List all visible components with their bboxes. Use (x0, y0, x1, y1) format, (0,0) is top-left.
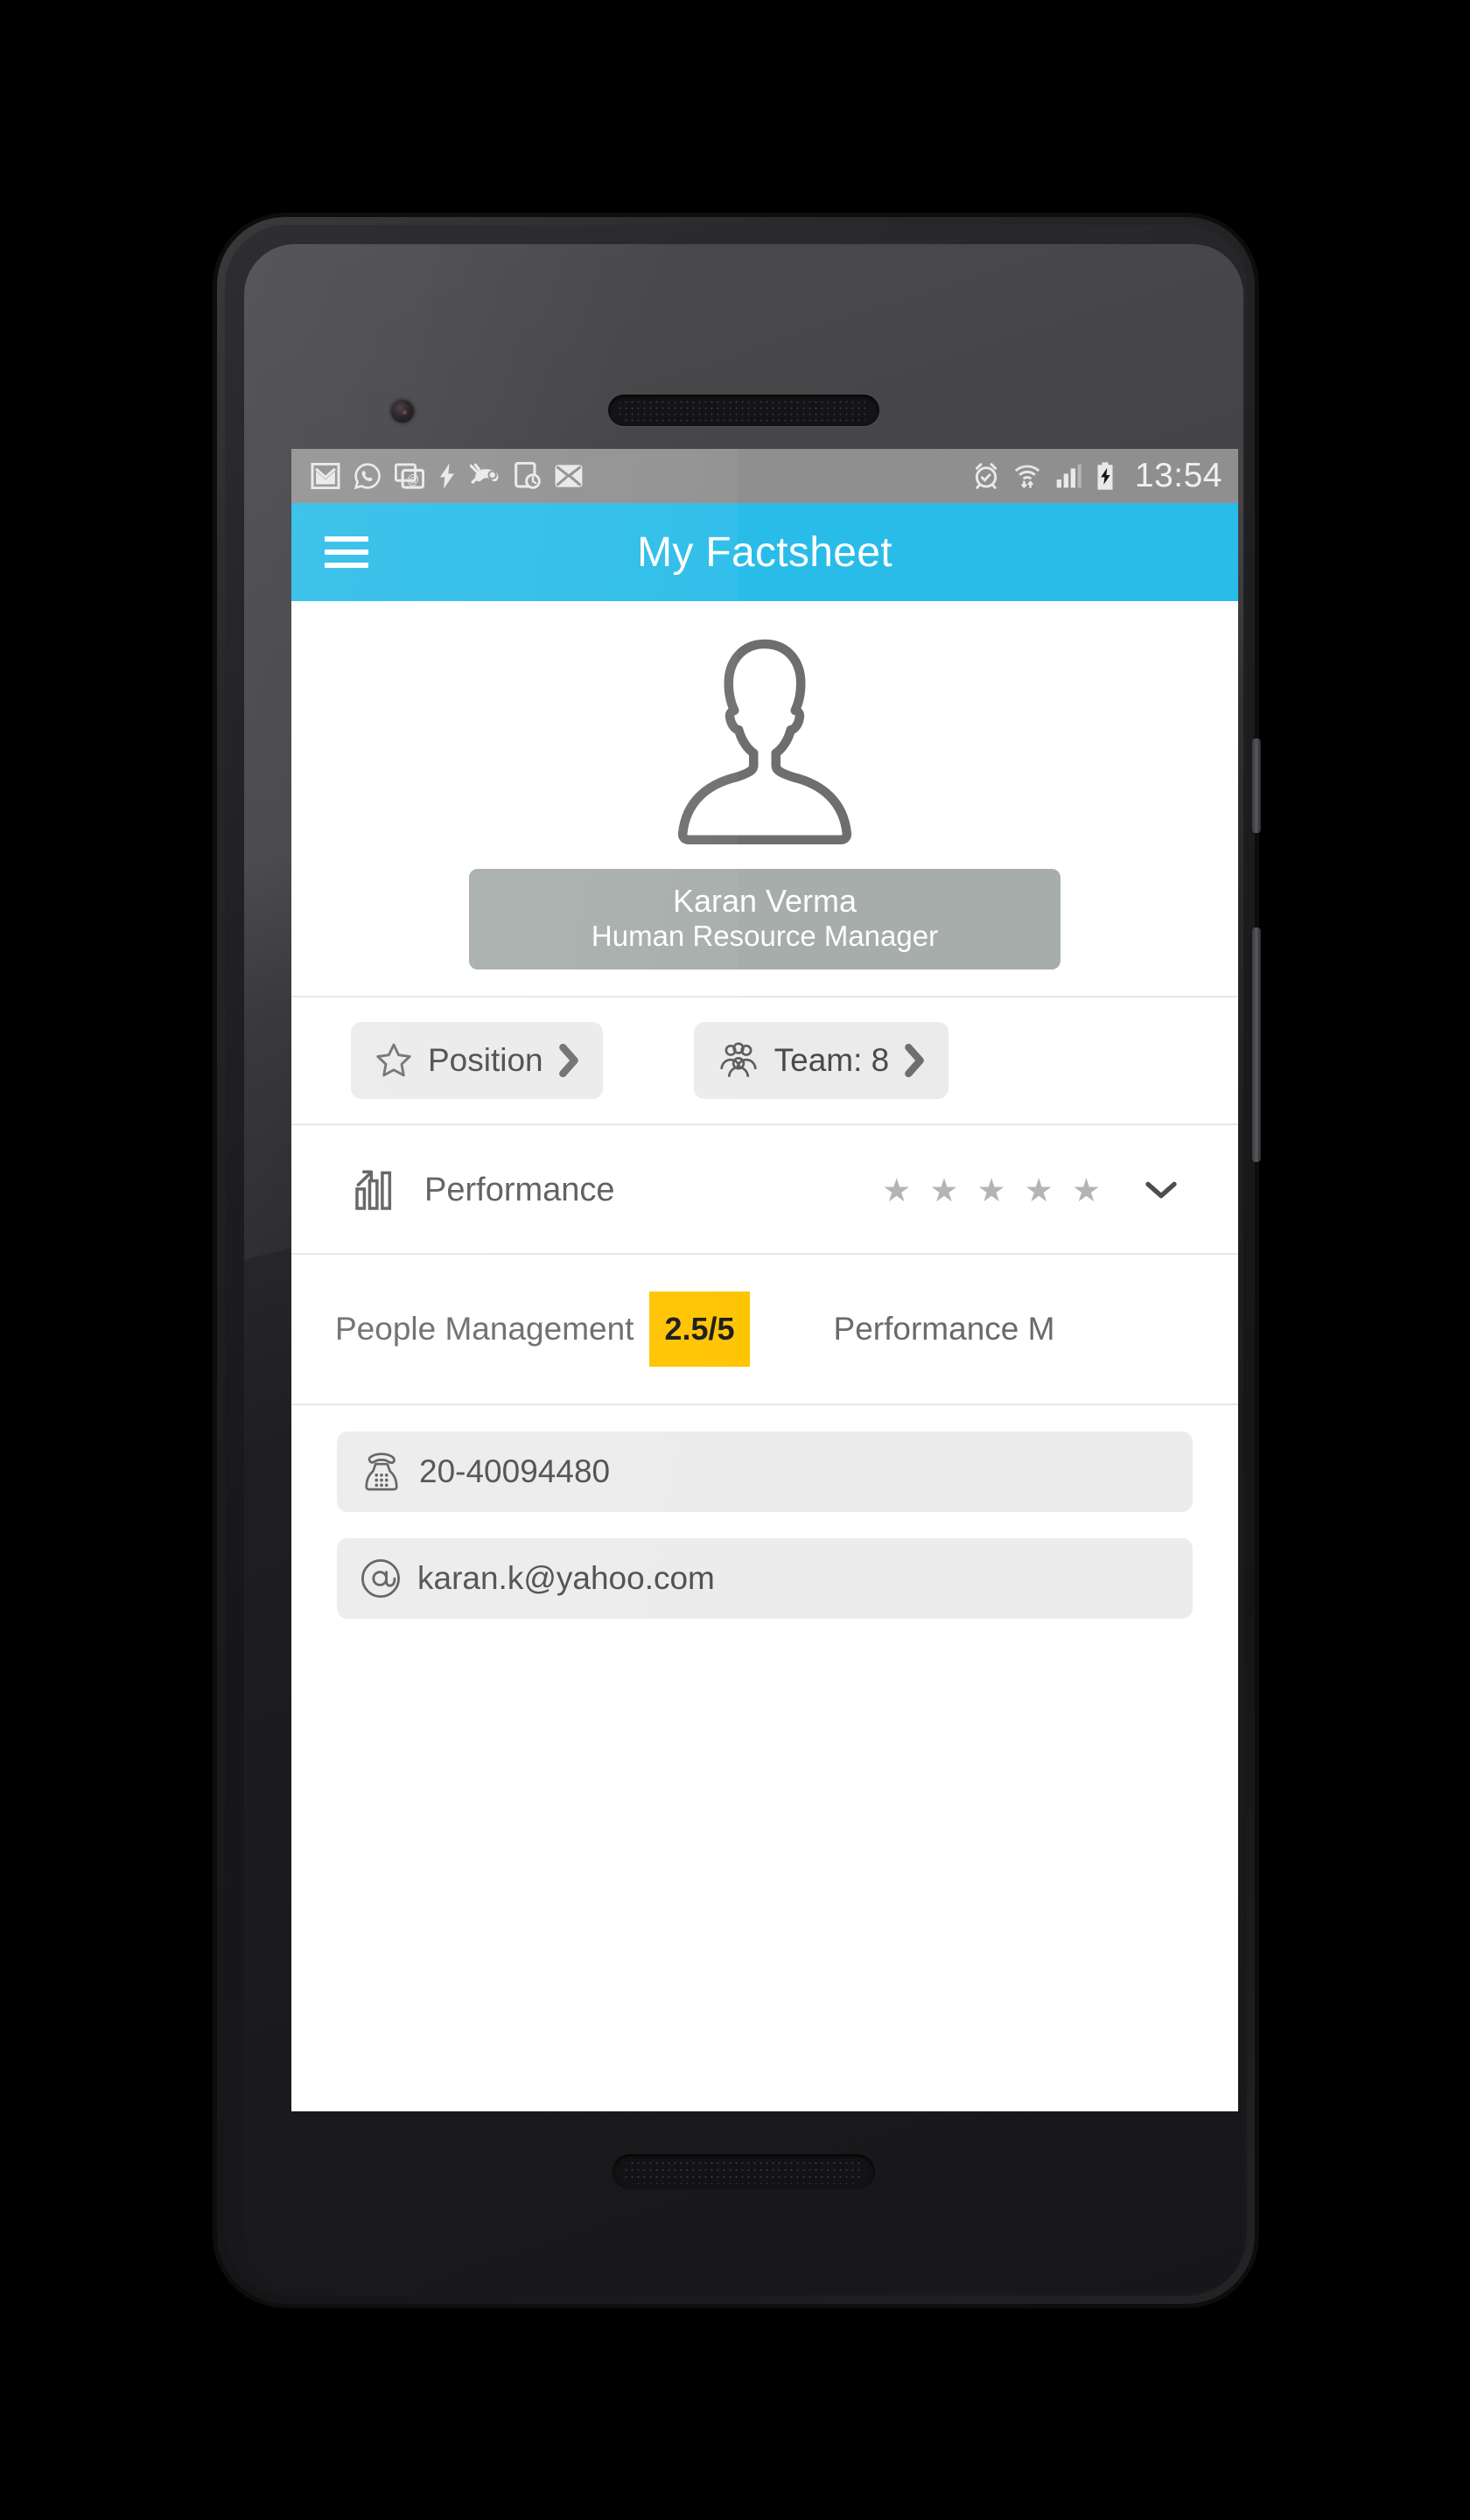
team-chip[interactable]: Team: 8 (693, 1022, 949, 1100)
star-icon[interactable]: ★ (1025, 1174, 1054, 1207)
name-card: Karan Verma Human Resource Manager (469, 869, 1060, 970)
telephone-icon (365, 1452, 398, 1491)
device-clock-icon (514, 462, 541, 489)
star-icon[interactable]: ★ (976, 1174, 1005, 1207)
front-camera (391, 400, 414, 423)
status-bar-notification-icons: @ (311, 462, 584, 490)
quick-info-row: Position Team: 8 (291, 998, 1238, 1124)
status-bar: @ 13:54 (291, 449, 1238, 503)
chevron-right-icon (905, 1044, 925, 1078)
hamburger-bar (325, 536, 368, 542)
phone-number: 20-40094480 (419, 1453, 611, 1490)
email-contact-row[interactable]: karan.k@yahoo.com (337, 1538, 1193, 1620)
star-icon[interactable]: ★ (882, 1174, 911, 1207)
team-chip-label: Team: 8 (774, 1042, 890, 1079)
svg-text:@: @ (407, 473, 420, 487)
screenshot-icon: @ (395, 463, 424, 489)
volume-rocker-button[interactable] (1252, 928, 1261, 1162)
person-silhouette-icon (677, 639, 852, 844)
status-bar-clock: 13:54 (1134, 457, 1222, 494)
star-icon[interactable]: ★ (929, 1174, 958, 1207)
phone-device-frame: @ 13:54 My Factsheet Karan Verma Human R… (217, 217, 1261, 2304)
bottom-speaker (612, 2154, 875, 2189)
earpiece-speaker (608, 395, 879, 426)
whatsapp-icon (354, 463, 381, 490)
metric-score-badge: 2.5/5 (649, 1292, 750, 1368)
phone-screen: @ 13:54 My Factsheet Karan Verma Human R… (291, 449, 1238, 2111)
metric-label: People Management (335, 1311, 634, 1348)
mail-x-icon (555, 465, 583, 487)
employee-name: Karan Verma (672, 883, 858, 919)
performance-rating-stars[interactable]: ★ ★ ★ ★ ★ (882, 1174, 1179, 1207)
alarm-icon (975, 463, 998, 489)
device-glass-front: @ 13:54 My Factsheet Karan Verma Human R… (244, 244, 1243, 2292)
performance-row[interactable]: Performance ★ ★ ★ ★ ★ (291, 1125, 1238, 1253)
bar-chart-up-icon (355, 1170, 392, 1211)
performance-metrics-row[interactable]: People Management 2.5/5 Performance M (291, 1255, 1238, 1404)
app-bar: My Factsheet (291, 503, 1238, 601)
star-outline-icon (376, 1043, 411, 1077)
hamburger-bar (325, 563, 368, 568)
status-bar-system-icons: 13:54 (972, 457, 1222, 495)
power-button[interactable] (1252, 738, 1261, 833)
wifi-icon (1014, 465, 1040, 488)
flash-icon (440, 463, 454, 489)
contact-section: 20-40094480 karan.k@yahoo.com (291, 1405, 1238, 1620)
position-chip[interactable]: Position (351, 1022, 603, 1100)
signal-icon (1056, 464, 1082, 488)
employee-role: Human Resource Manager (591, 920, 939, 953)
hamburger-menu-icon[interactable] (325, 536, 368, 568)
avatar (291, 631, 1238, 850)
page-title: My Factsheet (637, 528, 892, 576)
profile-section: Karan Verma Human Resource Manager (291, 601, 1238, 997)
device-inner-bezel: @ 13:54 My Factsheet Karan Verma Human R… (225, 225, 1247, 2296)
phone-contact-row[interactable]: 20-40094480 (337, 1432, 1193, 1513)
chevron-right-icon (558, 1044, 578, 1078)
hamburger-bar (325, 550, 368, 555)
chevron-down-icon[interactable] (1144, 1178, 1179, 1202)
star-icon[interactable]: ★ (1072, 1174, 1101, 1207)
at-sign-icon (360, 1559, 401, 1599)
position-chip-label: Position (428, 1042, 543, 1079)
metric-label: Performance M (833, 1311, 1055, 1348)
email-address: karan.k@yahoo.com (417, 1560, 715, 1597)
gmail-icon (311, 463, 340, 489)
game-tools-icon (470, 463, 499, 484)
battery-charging-icon (1097, 462, 1113, 490)
group-people-icon (720, 1042, 757, 1078)
performance-label: Performance (424, 1171, 615, 1208)
